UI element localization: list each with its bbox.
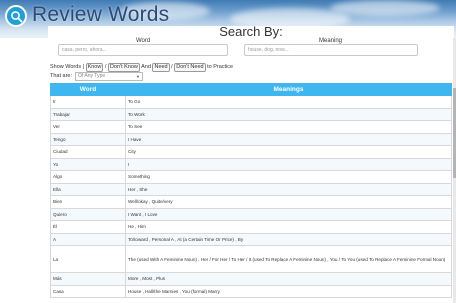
meaning-cell: Well/okay , Quite/very [125, 195, 452, 209]
need-button[interactable]: Need [152, 63, 170, 72]
meaning-cell: He , Him [125, 220, 452, 234]
word-cell[interactable]: Ver [50, 120, 126, 134]
dont-need-button[interactable]: Don't Need [174, 63, 206, 72]
word-type-select[interactable]: Of Any Type ▼ [75, 72, 143, 81]
to-practice-label: to Practice [207, 64, 234, 70]
word-column-header: Word [50, 83, 126, 96]
word-type-value: Of Any Type [78, 73, 106, 79]
review-panel: Search By: Word Meaning casa, perro, aho… [48, 24, 454, 303]
table-row[interactable]: A To/toward , Personal A , At (a Certain … [50, 232, 452, 246]
meaning-cell: To Work [125, 107, 452, 121]
table-header-row: Word Meanings [50, 83, 452, 96]
word-cell[interactable]: Casa [50, 284, 126, 298]
word-cell[interactable]: Ella [50, 182, 126, 196]
table-row[interactable]: Trabajar To Work [50, 107, 452, 121]
meaning-cell: More , Most , Plus [125, 272, 452, 286]
meaning-search-input[interactable]: house, dog, now... [244, 44, 418, 56]
table-row[interactable]: Él He , Him [50, 220, 452, 234]
and-label: And [141, 64, 151, 70]
words-table: Word Meanings Ir To Go Trabajar To Work Ver T… [50, 83, 452, 298]
word-cell[interactable]: Tengo [50, 132, 126, 146]
dont-know-button[interactable]: Don't Know [107, 63, 140, 72]
word-cell[interactable]: Más [50, 272, 126, 286]
meaning-cell: Her , She [125, 182, 452, 196]
table-row[interactable]: Ir To Go [50, 95, 452, 109]
meaning-cell: To Go [125, 95, 452, 109]
word-cell[interactable]: Trabajar [50, 107, 126, 121]
table-row[interactable]: Bien Well/okay , Quite/very [50, 195, 452, 209]
table-row[interactable]: La The (used With A Feminine Noun) , Her … [50, 245, 452, 273]
meaning-cell: I [125, 157, 452, 171]
show-words-label: Show Words [50, 64, 82, 70]
table-row[interactable]: Más More , Most , Plus [50, 272, 452, 286]
table-row[interactable]: Quiero I Want , I Love [50, 207, 452, 221]
table-row[interactable]: Ver To See [50, 120, 452, 134]
table-row[interactable]: Yo I [50, 157, 452, 171]
magnifier-icon [11, 11, 23, 23]
meaning-cell: To See [125, 120, 452, 134]
word-cell[interactable]: Ir [50, 95, 126, 109]
meaning-cell: The (used With A Feminine Noun) , Her / … [125, 245, 452, 273]
word-cell[interactable]: Yo [50, 157, 126, 171]
know-button[interactable]: Know [85, 63, 104, 72]
show-words-filter: Show Words | Know / Don't Know And Need … [50, 63, 233, 72]
table-row[interactable]: Ciudad City [50, 145, 452, 159]
word-cell[interactable]: La [50, 245, 126, 273]
search-logo-icon[interactable] [5, 5, 27, 27]
table-row[interactable]: Casa House , Hall/the Marnies , You (form… [50, 284, 452, 298]
table-row[interactable]: Ella Her , She [50, 182, 452, 196]
search-heading: Search By: [219, 24, 283, 39]
word-cell[interactable]: Algo [50, 170, 126, 184]
separator: / [171, 64, 173, 70]
word-cell[interactable]: Ciudad [50, 145, 126, 159]
meaning-cell: To/toward , Personal A , At (a Certain T… [125, 232, 452, 246]
chevron-down-icon: ▼ [136, 74, 140, 79]
meaning-cell: Something [125, 170, 452, 184]
meaning-cell: I Want , I Love [125, 207, 452, 221]
cloud-decoration [330, 0, 440, 16]
word-search-input[interactable]: casa, perro, ahora... [58, 44, 228, 56]
table-row[interactable]: Tengo I Have [50, 132, 452, 146]
meaning-cell: City [125, 145, 452, 159]
word-cell[interactable]: Bien [50, 195, 126, 209]
word-cell[interactable]: Él [50, 220, 126, 234]
separator: / [104, 64, 107, 70]
meaning-cell: House , Hall/the Marnies , You (formal) … [125, 284, 452, 298]
word-cell[interactable]: A [50, 232, 126, 246]
word-cell[interactable]: Quiero [50, 207, 126, 221]
that-are-label: That are: [50, 73, 73, 79]
meaning-cell: I Have [125, 132, 452, 146]
separator: | [82, 64, 85, 70]
table-row[interactable]: Algo Something [50, 170, 452, 184]
meanings-column-header: Meanings [125, 83, 452, 96]
